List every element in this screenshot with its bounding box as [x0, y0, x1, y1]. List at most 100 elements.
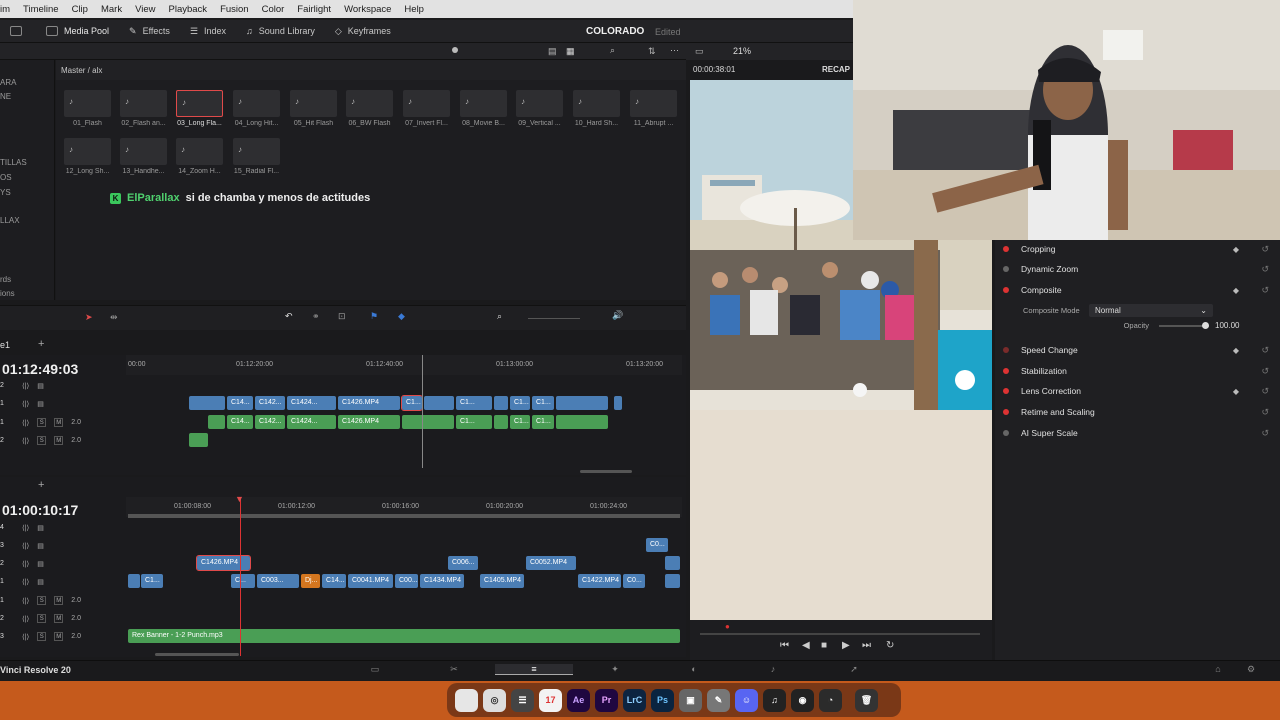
composite-mode-select[interactable]: Normal ⌄ — [1089, 304, 1213, 317]
timeline-clip[interactable]: C1... — [510, 396, 530, 410]
trash-icon[interactable]: 🗑 — [855, 688, 878, 712]
solo-button[interactable]: S — [37, 596, 47, 605]
enable-toggle[interactable] — [1003, 430, 1009, 436]
keyframes-button[interactable]: ◇ Keyframes — [325, 20, 401, 42]
track-view-icon[interactable]: ▤ — [37, 524, 44, 532]
mute-button[interactable]: M — [54, 632, 64, 641]
media-clip[interactable]: 06_BW Flash — [346, 90, 393, 127]
lens-correction-section[interactable]: Lens Correction ◆ ↺ — [1003, 382, 1273, 400]
track-view-icon[interactable]: ▤ — [37, 560, 44, 568]
timeline-clip[interactable]: C0... — [623, 574, 645, 588]
timeline-clip[interactable]: C1422.MP4 — [578, 574, 621, 588]
effects-button[interactable]: ✎ Effects — [119, 20, 180, 42]
cut-page-icon[interactable]: ✂ — [447, 664, 461, 675]
timeline-audio-clip[interactable]: C1... — [510, 415, 530, 429]
finder-icon[interactable] — [455, 688, 478, 712]
notes-icon[interactable]: ☰ — [511, 688, 534, 712]
media-clip[interactable]: 09_Vertical ... — [516, 90, 563, 127]
reset-icon[interactable]: ↺ — [1261, 345, 1269, 356]
timeline-clip[interactable]: C1426.MP4 — [338, 396, 400, 410]
layout-toggle-button[interactable] — [0, 20, 36, 42]
keyframe-diamond-icon[interactable]: ◆ — [1233, 286, 1239, 295]
app-icon[interactable]: ✎ — [707, 688, 730, 712]
mute-button[interactable]: M — [54, 596, 64, 605]
timeline-clip-selected[interactable]: C1426.MP4 — [196, 555, 251, 571]
bin-item[interactable]: LLAX — [0, 216, 20, 225]
cropping-section[interactable]: Cropping ◆ ↺ — [1003, 240, 1273, 258]
solo-button[interactable]: S — [37, 632, 47, 641]
sound-library-button[interactable]: ♫ Sound Library — [236, 20, 325, 42]
track-header-a2[interactable]: 2 ⟨|⟩ S M 2.0 — [0, 432, 126, 449]
selection-tool-icon[interactable]: ➤ — [85, 312, 93, 323]
media-clip[interactable]: 11_Abrupt ... — [630, 90, 677, 127]
more-options-icon[interactable]: ⋯ — [670, 45, 679, 56]
go-to-start-icon[interactable]: ⏮ — [780, 640, 789, 651]
link-track-icon[interactable]: ⟨|⟩ — [22, 615, 29, 623]
enable-toggle[interactable] — [1003, 287, 1009, 293]
enable-toggle[interactable] — [1003, 388, 1009, 394]
track-view-icon[interactable]: ▤ — [37, 578, 44, 586]
link-track-icon[interactable]: ⟨|⟩ — [22, 382, 29, 390]
timeline-clip[interactable]: C0... — [646, 538, 668, 552]
timeline-clip[interactable]: C1... — [141, 574, 163, 588]
menu-item-playback[interactable]: Playback — [169, 4, 208, 15]
home-icon[interactable]: ⌂ — [1211, 664, 1225, 675]
grid-view-icon[interactable]: ▦ — [566, 46, 575, 57]
timeline-clip[interactable] — [424, 396, 454, 410]
timeline-clip[interactable] — [494, 396, 508, 410]
sort-icon[interactable]: ⇅ — [648, 46, 656, 57]
timeline-clip[interactable] — [665, 574, 680, 588]
track-view-icon[interactable]: ▤ — [37, 382, 44, 390]
enable-toggle[interactable] — [1003, 347, 1009, 353]
timeline-audio-clip[interactable]: C1426.MP4 — [338, 415, 400, 429]
viewer-zoom[interactable]: 21% — [733, 46, 751, 56]
solo-button[interactable]: S — [37, 614, 47, 623]
index-button[interactable]: ☰ Index — [180, 20, 236, 42]
bin-item[interactable]: ARA — [0, 78, 16, 87]
menu-item-fusion[interactable]: Fusion — [220, 4, 249, 15]
timeline-audio-clip[interactable]: C1... — [532, 415, 554, 429]
media-clip[interactable]: 05_Hit Flash — [290, 90, 337, 127]
settings-gear-icon[interactable]: ⚙ — [1244, 664, 1258, 675]
safari-icon[interactable]: ◎ — [483, 688, 506, 712]
thumbnail-size-slider[interactable] — [452, 47, 458, 53]
link-track-icon[interactable]: ⟨|⟩ — [22, 437, 29, 445]
media-page-icon[interactable]: ▭ — [368, 664, 382, 675]
menu-item-clip[interactable]: Clip — [72, 4, 88, 15]
track-header-a1[interactable]: 1 ⟨|⟩ S M 2.0 — [0, 414, 126, 431]
timeline-clip[interactable]: C0052.MP4 — [526, 556, 576, 570]
timeline-clip[interactable] — [556, 396, 608, 410]
timeline-audio-clip[interactable]: C1... — [456, 415, 492, 429]
timeline-clip[interactable]: C... — [231, 574, 255, 588]
timeline-audio-clip[interactable] — [494, 415, 508, 429]
menu-item-view[interactable]: View — [135, 4, 155, 15]
track-header-v1[interactable]: 1 ⟨|⟩ ▤ — [0, 395, 126, 412]
link-icon[interactable]: ⚭ — [312, 311, 320, 322]
timeline-clip-compound[interactable]: Dj... — [301, 574, 320, 588]
link-track-icon[interactable]: ⟨|⟩ — [22, 560, 29, 568]
composite-section[interactable]: Composite ◆ ↺ — [1003, 281, 1273, 299]
timeline-audio-clip[interactable]: C142... — [255, 415, 285, 429]
mute-button[interactable]: M — [54, 436, 64, 445]
timeline-clip[interactable]: C006... — [448, 556, 478, 570]
menu-item-timeline[interactable]: Timeline — [23, 4, 59, 15]
reset-icon[interactable]: ↺ — [1261, 244, 1269, 255]
fairlight-page-icon[interactable]: ♪ — [766, 664, 780, 675]
timeline-audio-clip[interactable]: C14... — [227, 415, 253, 429]
stop-icon[interactable]: ■ — [821, 640, 827, 651]
track-header-a2[interactable]: 2 ⟨|⟩ S M 2.0 — [0, 610, 126, 627]
timeline-clip[interactable]: C1... — [456, 396, 492, 410]
track-header-v2[interactable]: 2 ⟨|⟩ ▤ — [0, 555, 126, 572]
media-clip[interactable]: 07_Invert Fl... — [403, 90, 450, 127]
timeline-clip[interactable] — [614, 396, 622, 410]
app-icon[interactable]: ▣ — [679, 688, 702, 712]
deliver-page-icon[interactable]: ➚ — [847, 664, 861, 675]
ai-super-scale-section[interactable]: AI Super Scale ↺ — [1003, 424, 1273, 442]
flag-icon[interactable]: ⚑ — [370, 311, 378, 322]
media-clip[interactable]: 02_Flash an... — [120, 90, 167, 127]
timeline-clip-selected[interactable]: C1... — [401, 395, 423, 411]
search-icon[interactable]: ⌕ — [610, 45, 615, 56]
viewer-layout-icon[interactable]: ▭ — [695, 46, 704, 57]
timeline-clip[interactable] — [189, 396, 225, 410]
timeline-playhead[interactable] — [422, 355, 423, 468]
